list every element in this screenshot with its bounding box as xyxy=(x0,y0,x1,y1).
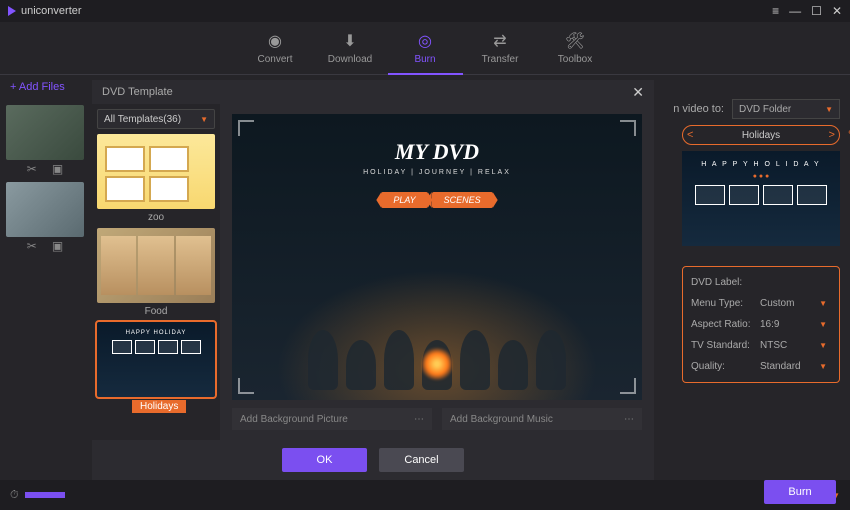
app-name: uniconverter xyxy=(21,5,82,17)
template-item-holidays[interactable]: HAPPY HOLIDAY Holidays xyxy=(97,322,215,413)
chevron-down-icon: ▼ xyxy=(819,320,827,329)
burn-button[interactable]: Burn xyxy=(764,480,836,504)
toolbox-icon: 🛠 xyxy=(565,31,585,51)
close-button[interactable]: ✕ xyxy=(832,4,842,18)
menu-type-select[interactable]: Custom▼ xyxy=(756,298,831,309)
crop-icon[interactable]: ▣ xyxy=(52,239,63,253)
transfer-icon: ⇄ xyxy=(493,31,506,51)
bg-picture-input[interactable]: Add Background Picture⋯ xyxy=(232,408,432,430)
nav-transfer[interactable]: ⇄Transfer xyxy=(463,22,538,74)
burn-to-select[interactable]: DVD Folder▼ xyxy=(732,99,840,119)
dvd-title: MY DVD xyxy=(395,139,479,165)
template-list: All Templates(36)▼ zoo Food HAPPY HOLIDA… xyxy=(92,104,220,440)
convert-icon: ◉ xyxy=(268,31,282,51)
chevron-down-icon: ▼ xyxy=(825,105,833,114)
aspect-ratio-select[interactable]: 16:9▼ xyxy=(756,319,831,330)
burn-to-row: n video to: DVD Folder▼ xyxy=(673,99,840,119)
tv-standard-select[interactable]: NTSC▼ xyxy=(756,340,831,351)
dvd-play-button[interactable]: PLAY xyxy=(381,192,427,208)
right-panel: < Holidays > ✎ H A P P Y H O L I D A Y ●… xyxy=(672,76,850,391)
progress-bar xyxy=(25,492,65,498)
maximize-button[interactable]: ☐ xyxy=(811,4,822,18)
ok-button[interactable]: OK xyxy=(282,448,367,472)
nav-download[interactable]: ⬇Download xyxy=(313,22,388,74)
dvd-menu-preview: MY DVD HOLIDAY | JOURNEY | RELAX PLAY SC… xyxy=(232,114,642,400)
cut-icon[interactable]: ✂ xyxy=(27,239,37,253)
nav-toolbox[interactable]: 🛠Toolbox xyxy=(538,22,613,74)
bg-music-input[interactable]: Add Background Music⋯ xyxy=(442,408,642,430)
modal-close-button[interactable]: ✕ xyxy=(632,84,644,101)
video-list: ✂ ▣ ✂ ▣ xyxy=(0,99,90,479)
clock-icon: ⏱ xyxy=(10,489,19,502)
more-icon[interactable]: ⋯ xyxy=(624,414,634,425)
template-nav: < Holidays > ✎ xyxy=(682,125,840,145)
crop-icon[interactable]: ▣ xyxy=(52,162,63,176)
more-icon[interactable]: ⋯ xyxy=(414,414,424,425)
logo-icon xyxy=(8,6,16,16)
cut-icon[interactable]: ✂ xyxy=(27,162,37,176)
minimize-button[interactable]: — xyxy=(789,4,801,18)
chevron-down-icon: ▼ xyxy=(200,115,208,124)
dvd-template-modal: DVD Template ✕ All Templates(36)▼ zoo Fo… xyxy=(92,80,654,480)
next-template-button[interactable]: > xyxy=(829,129,835,141)
template-filter-select[interactable]: All Templates(36)▼ xyxy=(97,109,215,129)
chevron-down-icon: ▼ xyxy=(819,299,827,308)
nav-convert[interactable]: ◉Convert xyxy=(238,22,313,74)
chevron-down-icon: ▼ xyxy=(819,341,827,350)
app-logo: uniconverter xyxy=(8,5,82,17)
cancel-button[interactable]: Cancel xyxy=(379,448,464,472)
dvd-scenes-button[interactable]: SCENES xyxy=(432,192,493,208)
dvd-subtitle: HOLIDAY | JOURNEY | RELAX xyxy=(363,169,511,176)
template-item-food[interactable]: Food xyxy=(97,228,215,317)
prev-template-button[interactable]: < xyxy=(687,129,693,141)
modal-title: DVD Template xyxy=(102,86,173,98)
nav-burn[interactable]: ◎Burn xyxy=(388,22,463,74)
add-files-button[interactable]: + Add Files xyxy=(10,81,65,93)
chevron-down-icon: ▼ xyxy=(819,362,827,371)
menu-icon[interactable]: ≡ xyxy=(772,4,779,18)
template-preview: MY DVD HOLIDAY | JOURNEY | RELAX PLAY SC… xyxy=(220,104,654,440)
top-nav: ◉Convert ⬇Download ◎Burn ⇄Transfer 🛠Tool… xyxy=(0,22,850,75)
burn-to-label: n video to: xyxy=(673,103,724,115)
title-bar: uniconverter ≡ — ☐ ✕ xyxy=(0,0,850,22)
template-nav-label: Holidays xyxy=(742,130,780,141)
burn-icon: ◎ xyxy=(418,31,432,51)
template-preview-small: H A P P Y H O L I D A Y ● ● ● xyxy=(682,151,840,246)
bottom-bar: ⏱ 5 (4700M) ▼ xyxy=(0,480,850,510)
dvd-settings: DVD Label: Menu Type:Custom▼ Aspect Rati… xyxy=(682,266,840,383)
download-icon: ⬇ xyxy=(343,31,356,51)
video-thumb[interactable] xyxy=(6,182,84,237)
quality-select[interactable]: Standard▼ xyxy=(756,361,831,372)
video-thumb[interactable] xyxy=(6,105,84,160)
template-item-zoo[interactable]: zoo xyxy=(97,134,215,223)
